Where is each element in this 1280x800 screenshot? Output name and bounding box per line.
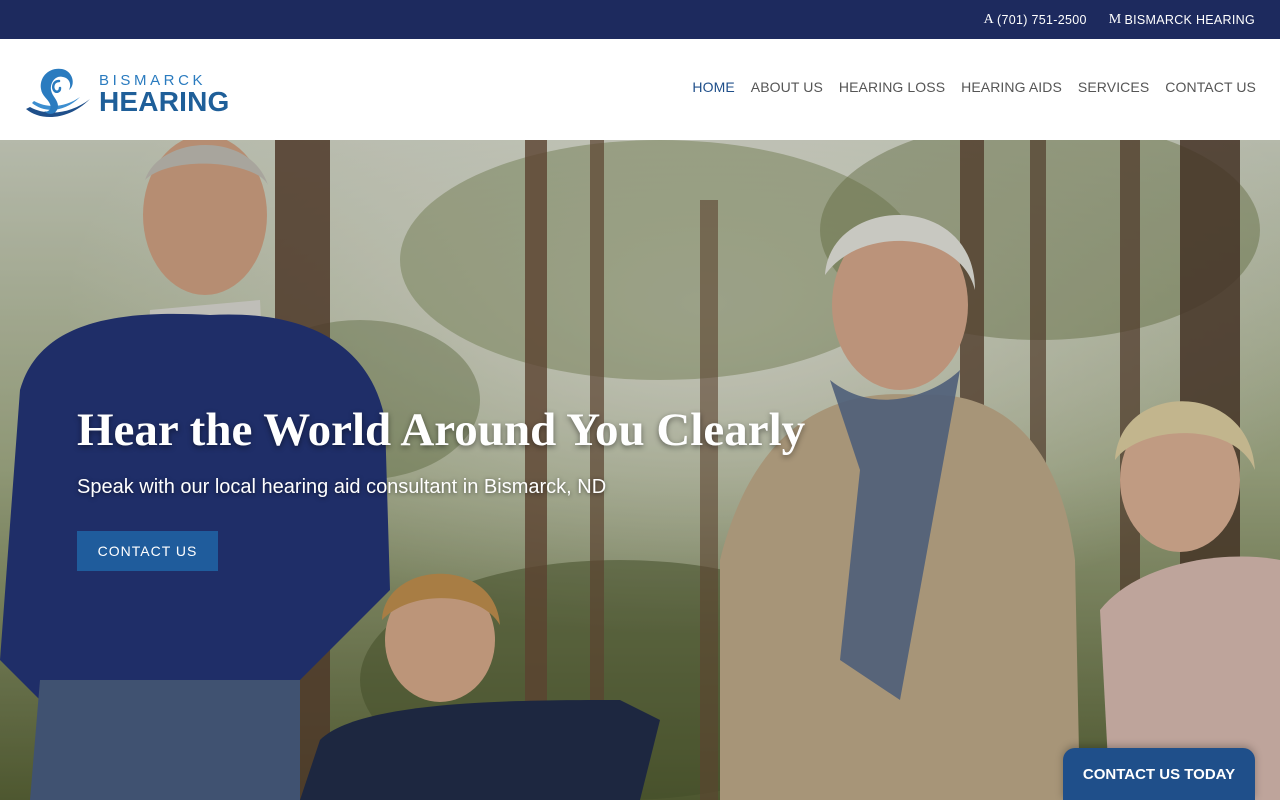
top-bar: A (701) 751-2500 M BISMARCK HEARING <box>0 0 1280 39</box>
phone-number: (701) 751-2500 <box>997 12 1087 27</box>
site-logo[interactable]: BISMARCK HEARING <box>22 63 242 123</box>
ear-logo-icon <box>26 68 90 118</box>
hero-overlay <box>0 140 1280 800</box>
nav-item-hearing-aids[interactable]: HEARING AIDS <box>961 79 1062 95</box>
contact-us-today-button[interactable]: CONTACT US TODAY <box>1063 748 1255 800</box>
hero-contact-button[interactable]: CONTACT US <box>77 531 218 571</box>
hero-subtitle: Speak with our local hearing aid consult… <box>77 476 607 498</box>
hero-section: Hear the World Around You Clearly Speak … <box>0 140 1280 800</box>
site-header: BISMARCK HEARING HOME ABOUT US HEARING L… <box>0 39 1280 140</box>
location-link[interactable]: M BISMARCK HEARING <box>1108 11 1255 27</box>
nav-item-home[interactable]: HOME <box>692 79 734 95</box>
phone-link[interactable]: A (701) 751-2500 <box>983 11 1087 27</box>
nav-item-hearing-loss[interactable]: HEARING LOSS <box>839 79 945 95</box>
map-marker-icon: M <box>1108 11 1122 27</box>
main-nav: HOME ABOUT US HEARING LOSS HEARING AIDS … <box>692 79 1256 95</box>
logo-text-bottom: HEARING <box>99 86 230 117</box>
phone-icon: A <box>983 11 995 27</box>
nav-item-contact-us[interactable]: CONTACT US <box>1165 79 1256 95</box>
nav-item-services[interactable]: SERVICES <box>1078 79 1149 95</box>
nav-item-about-us[interactable]: ABOUT US <box>751 79 823 95</box>
location-name: BISMARCK HEARING <box>1124 12 1255 27</box>
hero-title: Hear the World Around You Clearly <box>77 404 806 456</box>
